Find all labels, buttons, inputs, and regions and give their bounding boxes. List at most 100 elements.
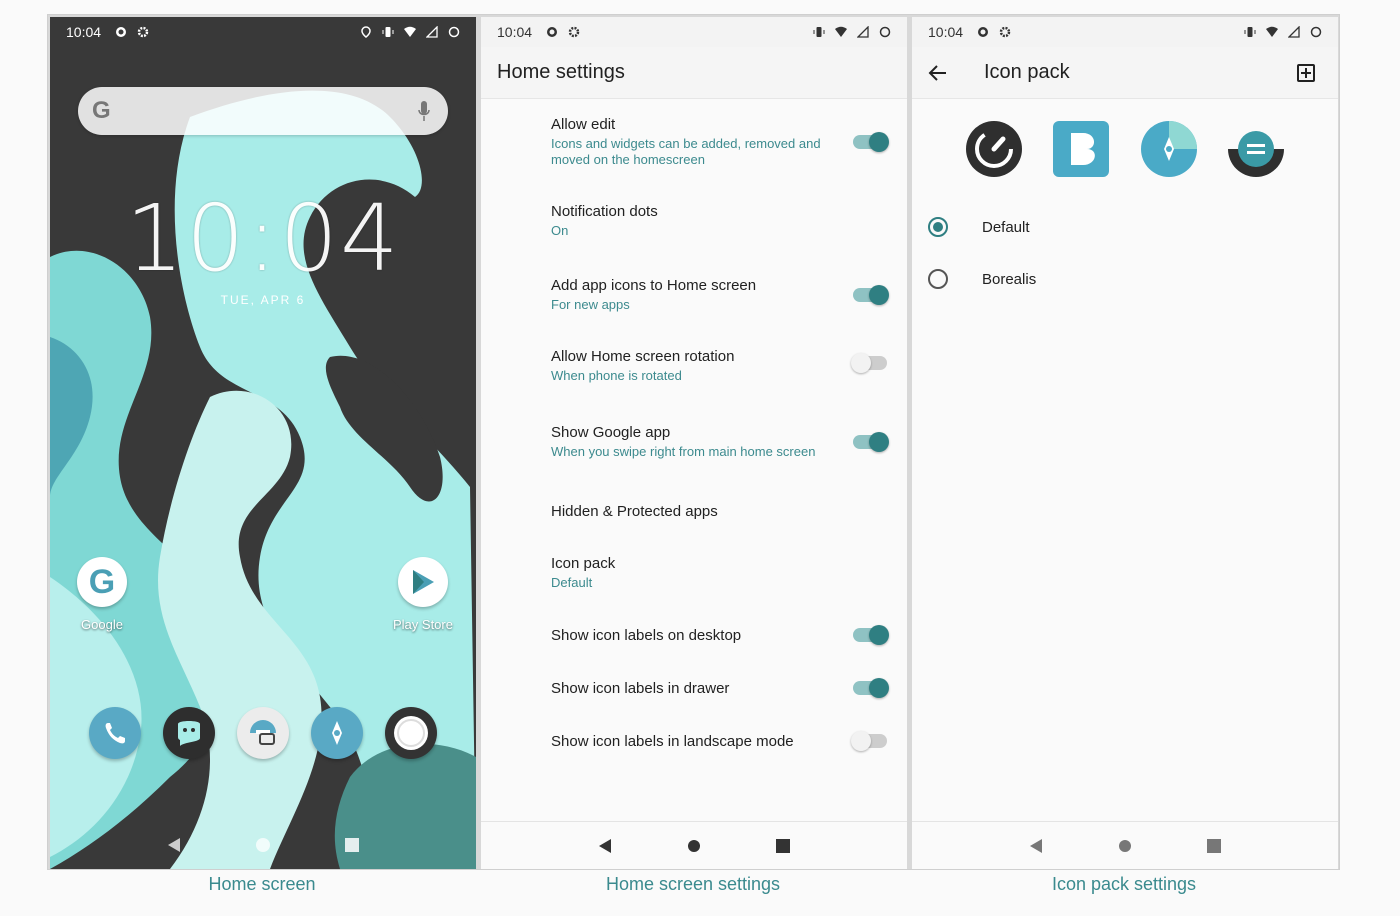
setting-summary: For new apps — [551, 297, 630, 312]
google-icon: G — [77, 557, 127, 607]
settings-gear-icon — [999, 26, 1011, 38]
settings-list: Allow edit Icons and widgets can be adde… — [481, 99, 907, 767]
screenshots-frame: 10:04 G 10:04 TUE, APR 6 G Google Play S… — [47, 14, 1340, 870]
app-label: Google — [81, 617, 123, 632]
toggle-switch[interactable] — [851, 353, 887, 373]
radio-button[interactable] — [928, 217, 948, 237]
back-icon[interactable] — [598, 838, 612, 854]
back-icon[interactable] — [167, 837, 181, 853]
toggle-switch[interactable] — [853, 132, 889, 152]
toggle-switch[interactable] — [853, 285, 889, 305]
notification-icon — [547, 27, 558, 37]
home-icon[interactable] — [687, 839, 701, 853]
setting-title: Show icon labels in landscape mode — [551, 732, 794, 750]
browser-icon[interactable] — [385, 707, 437, 759]
setting-summary: On — [551, 223, 569, 238]
status-time: 10:04 — [66, 24, 102, 40]
home-icon[interactable] — [1118, 839, 1132, 853]
setting-notification-dots[interactable]: Notification dots On — [481, 185, 907, 257]
play-store-icon — [398, 557, 448, 607]
app-play-store[interactable]: Play Store — [378, 557, 468, 632]
recents-icon[interactable] — [775, 838, 790, 853]
setting-labels-drawer[interactable]: Show icon labels in drawer — [481, 661, 907, 715]
battery-icon — [879, 26, 891, 38]
google-g-icon: G — [92, 97, 111, 124]
setting-labels-desktop[interactable]: Show icon labels on desktop — [481, 609, 907, 661]
caption-icon-pack: Icon pack settings — [1051, 874, 1197, 894]
mic-icon[interactable] — [418, 99, 430, 123]
battery-icon — [1310, 26, 1322, 38]
setting-show-google-app[interactable]: Show Google app When you swipe right fro… — [481, 399, 907, 485]
page-title: Icon pack — [984, 61, 1070, 83]
maps-icon[interactable] — [311, 707, 363, 759]
nav-bar — [50, 821, 476, 869]
home-screen-phone: 10:04 G 10:04 TUE, APR 6 G Google Play S… — [50, 17, 476, 869]
recents-icon[interactable] — [345, 838, 359, 852]
camera-icon[interactable] — [237, 707, 289, 759]
setting-hidden-protected-apps[interactable]: Hidden & Protected apps — [481, 485, 907, 537]
home-icon[interactable] — [255, 837, 271, 853]
setting-title: Add app icons to Home screen — [551, 277, 757, 294]
toggle-switch[interactable] — [853, 432, 889, 452]
recents-icon[interactable] — [1206, 838, 1221, 853]
radio-button[interactable] — [928, 269, 948, 289]
app-bar: Icon pack — [912, 47, 1338, 99]
vibrate-icon — [813, 27, 825, 37]
home-clock[interactable]: 10:04 — [50, 185, 476, 292]
nav-bar — [912, 821, 1338, 869]
messaging-icon[interactable] — [163, 707, 215, 759]
option-label: Borealis — [982, 270, 1037, 288]
setting-title: Allow edit — [551, 116, 616, 133]
status-bar: 10:04 — [50, 17, 476, 47]
back-icon[interactable] — [1029, 838, 1043, 854]
status-time: 10:04 — [497, 24, 533, 40]
setting-labels-landscape[interactable]: Show icon labels in landscape mode — [481, 715, 907, 767]
letter-b-icon — [1053, 121, 1110, 177]
notes-icon — [1227, 131, 1284, 177]
setting-allow-rotation[interactable]: Allow Home screen rotation When phone is… — [481, 333, 907, 399]
setting-add-app-icons[interactable]: Add app icons to Home screen For new app… — [481, 257, 907, 333]
app-google[interactable]: G Google — [57, 557, 147, 632]
battery-icon — [448, 26, 460, 38]
setting-summary: When phone is rotated — [551, 368, 682, 383]
vibrate-icon — [382, 27, 394, 37]
dock — [78, 707, 448, 759]
cell-signal-icon — [1288, 26, 1300, 38]
notification-icon — [116, 27, 127, 37]
cell-signal-icon — [857, 26, 869, 38]
phone-icon[interactable] — [89, 707, 141, 759]
setting-summary: When you swipe right from main home scre… — [551, 444, 816, 459]
setting-title: Hidden & Protected apps — [551, 502, 718, 520]
notification-icon — [978, 27, 989, 37]
setting-allow-edit[interactable]: Allow edit Icons and widgets can be adde… — [481, 99, 907, 185]
setting-title: Show Google app — [551, 424, 671, 441]
option-default[interactable]: Default — [928, 201, 1322, 253]
google-search-bar[interactable]: G — [78, 87, 448, 135]
setting-title: Allow Home screen rotation — [551, 348, 735, 365]
wifi-icon — [404, 26, 416, 37]
status-time: 10:04 — [928, 24, 964, 40]
caption-home-screen: Home screen — [208, 874, 316, 894]
option-borealis[interactable]: Borealis — [928, 253, 1322, 305]
back-arrow-icon[interactable] — [928, 63, 948, 83]
maps-compass-icon — [1140, 121, 1197, 177]
home-date[interactable]: TUE, APR 6 — [50, 293, 476, 307]
settings-gear-icon — [568, 26, 580, 38]
settings-gear-icon — [137, 26, 149, 38]
setting-title: Show icon labels in drawer — [551, 679, 730, 697]
setting-icon-pack[interactable]: Icon pack Default — [481, 537, 907, 609]
nav-bar — [481, 821, 907, 869]
setting-title: Icon pack — [551, 555, 616, 572]
toggle-switch[interactable] — [853, 625, 889, 645]
add-icon[interactable] — [1296, 63, 1316, 83]
icon-pack-phone: 10:04 Icon pack Default Borealis — [912, 17, 1338, 869]
setting-summary: Default — [551, 575, 593, 590]
page-title: Home settings — [497, 61, 625, 83]
location-icon — [361, 26, 371, 38]
caption-home-settings: Home screen settings — [605, 874, 781, 894]
home-settings-phone: 10:04 Home settings Allow edit Icons and… — [481, 17, 907, 869]
setting-title: Notification dots — [551, 203, 658, 220]
toggle-switch[interactable] — [853, 678, 889, 698]
toggle-switch[interactable] — [851, 731, 887, 751]
option-label: Default — [982, 218, 1030, 236]
